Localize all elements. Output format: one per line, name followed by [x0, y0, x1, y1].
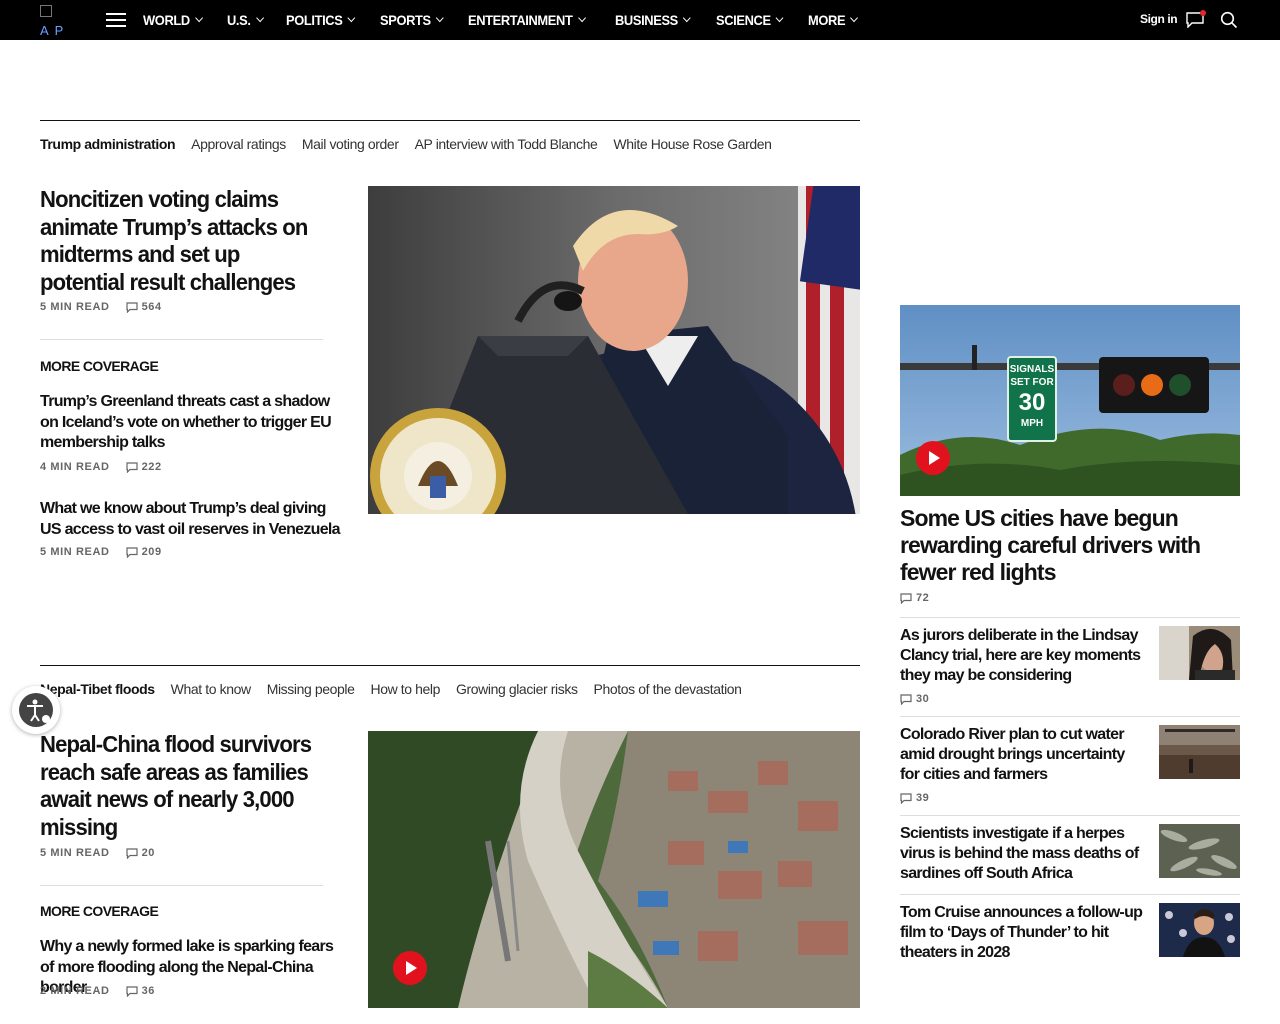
- hamburger-menu-icon[interactable]: [106, 13, 126, 27]
- tag-ap-interview[interactable]: AP interview with Todd Blanche: [415, 136, 598, 152]
- nav-item-sports[interactable]: SPORTS: [380, 12, 444, 28]
- section-rule: [40, 665, 860, 666]
- related-story-headline[interactable]: Trump’s Greenland threats cast a shadow …: [40, 392, 340, 454]
- comment-count[interactable]: 30: [900, 693, 929, 705]
- nav-item-world[interactable]: WORLD: [143, 12, 203, 28]
- divider: [40, 339, 323, 340]
- divider: [900, 716, 1240, 717]
- ap-logo[interactable]: AP: [40, 2, 68, 40]
- comment-count[interactable]: 39: [900, 792, 929, 804]
- comment-count[interactable]: 564: [125, 301, 162, 313]
- comment-count[interactable]: 20: [125, 847, 155, 859]
- comment-icon: [125, 546, 138, 558]
- tag-mail-voting-order[interactable]: Mail voting order: [302, 136, 399, 152]
- comment-icon: [900, 792, 912, 804]
- side-story-headline[interactable]: Tom Cruise announces a follow-up film to…: [900, 903, 1145, 963]
- tag-missing-people[interactable]: Missing people: [267, 681, 355, 697]
- comment-icon: [125, 847, 138, 859]
- sign-line: SIGNALS: [1009, 364, 1055, 375]
- sign-in-link[interactable]: Sign in: [1140, 12, 1178, 26]
- right-lead-headline[interactable]: Some US cities have begun rewarding care…: [900, 505, 1230, 586]
- side-story-headline[interactable]: Scientists investigate if a herpes virus…: [900, 824, 1145, 884]
- comment-count[interactable]: 36: [125, 985, 155, 997]
- related-story-headline[interactable]: What we know about Trump’s deal giving U…: [40, 499, 341, 540]
- related-story-meta: 4 MIN READ 222: [40, 461, 162, 473]
- lead-story-headline[interactable]: Nepal-China flood survivors reach safe a…: [40, 731, 328, 841]
- main-nav: WORLD U.S. POLITICS SPORTS ENTERTAINMENT…: [143, 0, 882, 40]
- notification-chat-icon[interactable]: [1186, 10, 1206, 29]
- divider: [900, 894, 1240, 895]
- more-coverage-label: MORE COVERAGE: [40, 903, 159, 919]
- comment-icon: [125, 461, 138, 473]
- tag-glacier-risks[interactable]: Growing glacier risks: [456, 681, 578, 697]
- lead-story-meta: 5 MIN READ 564: [40, 301, 162, 313]
- section-rule: [40, 120, 860, 121]
- sign-line: SET FOR: [1010, 377, 1054, 388]
- speed-sign: SIGNALS SET FOR 30 MPH: [1008, 363, 1056, 430]
- nav-item-business[interactable]: BUSINESS: [615, 12, 691, 28]
- read-time: 5 MIN READ: [40, 301, 110, 313]
- sign-number: 30: [1018, 389, 1046, 416]
- nav-item-entertainment[interactable]: ENTERTAINMENT: [468, 12, 586, 28]
- nav-item-science[interactable]: SCIENCE: [716, 12, 784, 28]
- video-play-icon[interactable]: [916, 441, 950, 475]
- comment-icon: [900, 693, 912, 705]
- lead-story-meta: 5 MIN READ 20: [40, 847, 155, 859]
- divider: [40, 885, 323, 886]
- topic-tag-bar: Nepal-Tibet floods What to know Missing …: [40, 681, 758, 697]
- comment-icon: [125, 985, 138, 997]
- side-story-headline[interactable]: Colorado River plan to cut water amid dr…: [900, 725, 1145, 785]
- side-story-thumbnail[interactable]: [1159, 725, 1240, 779]
- tag-nepal-tibet-floods[interactable]: Nepal-Tibet floods: [40, 681, 155, 697]
- accessibility-icon: [27, 699, 50, 723]
- logo-alt-text: AP: [40, 23, 70, 38]
- side-story-thumbnail[interactable]: [1159, 824, 1240, 878]
- comment-count[interactable]: 222: [125, 461, 162, 473]
- right-lead-image[interactable]: SIGNALS SET FOR 30 MPH: [900, 305, 1240, 496]
- tag-what-to-know[interactable]: What to know: [171, 681, 251, 697]
- nav-item-more[interactable]: MORE: [808, 12, 859, 28]
- chevron-down-icon: [255, 13, 264, 23]
- topic-tag-bar: Trump administration Approval ratings Ma…: [40, 136, 788, 152]
- tag-photos[interactable]: Photos of the devastation: [594, 681, 742, 697]
- lead-story-headline[interactable]: Noncitizen voting claims animate Trump’s…: [40, 186, 328, 296]
- chevron-down-icon: [577, 13, 586, 23]
- tag-trump-administration[interactable]: Trump administration: [40, 136, 176, 152]
- tag-how-to-help[interactable]: How to help: [370, 681, 440, 697]
- more-coverage-label: MORE COVERAGE: [40, 358, 159, 374]
- lead-story-image[interactable]: [368, 186, 860, 514]
- nav-item-politics[interactable]: POLITICS: [286, 12, 356, 28]
- chevron-down-icon: [195, 13, 203, 23]
- broken-image-icon: [40, 5, 52, 17]
- related-story-meta: 2 MIN READ 36: [40, 985, 155, 997]
- chevron-down-icon: [775, 13, 784, 23]
- side-story-thumbnail[interactable]: [1159, 626, 1240, 680]
- chevron-down-icon: [850, 13, 859, 23]
- video-play-icon[interactable]: [393, 951, 427, 985]
- accessibility-button[interactable]: [12, 686, 60, 734]
- tag-approval-ratings[interactable]: Approval ratings: [191, 136, 286, 152]
- side-story-headline[interactable]: As jurors deliberate in the Lindsay Clan…: [900, 626, 1145, 686]
- lead-story-image[interactable]: [368, 731, 860, 1008]
- comment-count[interactable]: 72: [900, 592, 929, 604]
- comment-icon: [125, 301, 138, 313]
- divider: [900, 617, 1240, 618]
- related-story-meta: 5 MIN READ 209: [40, 546, 162, 558]
- top-navigation: AP WORLD U.S. POLITICS SPORTS ENTERTAINM…: [0, 0, 1280, 40]
- chevron-down-icon: [347, 13, 356, 23]
- notification-dot: [1200, 10, 1206, 16]
- chevron-down-icon: [435, 13, 444, 23]
- chevron-down-icon: [682, 13, 691, 23]
- side-story-thumbnail[interactable]: [1159, 903, 1240, 957]
- search-icon[interactable]: [1220, 11, 1238, 29]
- comment-icon: [900, 592, 912, 604]
- divider: [900, 815, 1240, 816]
- sign-line: MPH: [1020, 418, 1044, 429]
- nav-item-us[interactable]: U.S.: [227, 12, 264, 28]
- comment-count[interactable]: 209: [125, 546, 162, 558]
- tag-rose-garden[interactable]: White House Rose Garden: [613, 136, 772, 152]
